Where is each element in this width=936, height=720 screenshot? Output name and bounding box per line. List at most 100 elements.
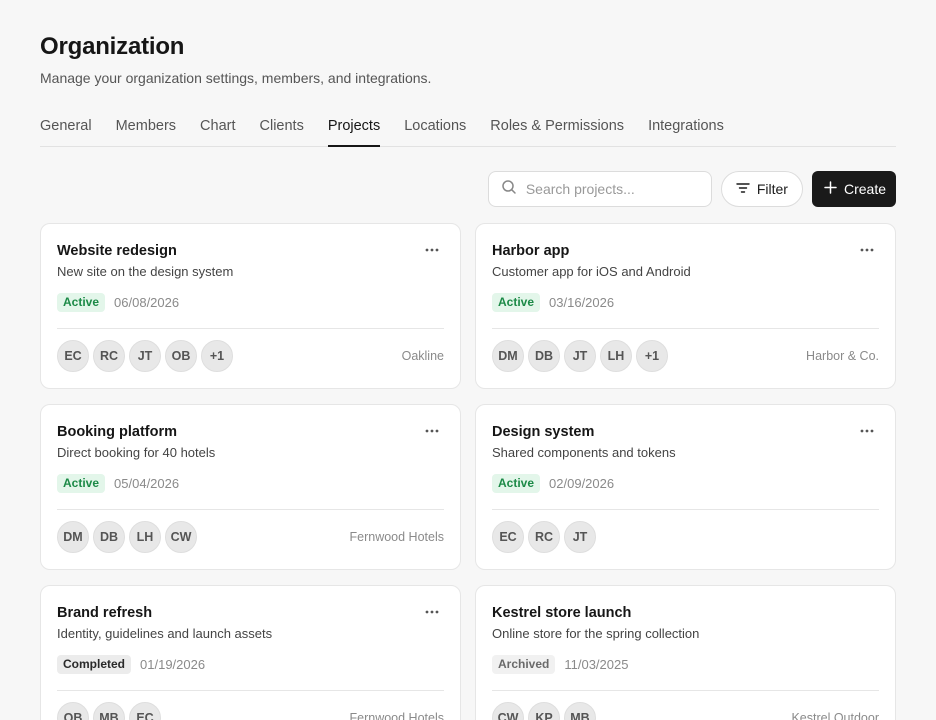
project-name: Website redesign [57, 243, 177, 259]
tab-general[interactable]: General [40, 109, 92, 146]
project-meta: Active 05/04/2026 [57, 473, 444, 493]
status-badge: Active [492, 292, 541, 312]
project-name: Harbor app [492, 243, 570, 259]
project-card[interactable]: Booking platform Direct booking for 40 h… [40, 404, 461, 570]
tab-integrations[interactable]: Integrations [648, 109, 724, 146]
member-avatars: DM DB JT LH +1 [492, 340, 668, 372]
member-avatar: LH [600, 340, 632, 372]
member-avatar: DB [528, 340, 560, 372]
card-footer: EC RC JT [492, 521, 879, 553]
project-card[interactable]: Website redesign New site on the design … [40, 223, 461, 389]
tab-bar: General Members Chart Clients Projects L… [40, 109, 896, 147]
member-avatar: RC [93, 340, 125, 372]
card-divider [492, 509, 879, 510]
tab-chart[interactable]: Chart [200, 109, 235, 146]
filter-label: Filter [756, 181, 788, 197]
client-name: Harbor & Co. [806, 349, 879, 363]
project-date: 03/16/2026 [549, 294, 615, 310]
client-name: Fernwood Hotels [349, 711, 445, 720]
search-input[interactable] [525, 181, 696, 197]
member-avatar: OB [57, 702, 89, 720]
project-grid: Website redesign New site on the design … [40, 223, 896, 720]
client-name: Oakline [401, 349, 444, 363]
member-avatar: JT [564, 340, 596, 372]
member-avatar: +1 [636, 340, 668, 372]
card-footer: OB MB EC Fernwood Hotels [57, 702, 444, 720]
member-avatar: RC [528, 521, 560, 553]
card-footer: CW KP MB Kestrel Outdoor [492, 702, 879, 720]
member-avatar: KP [528, 702, 560, 720]
tab-locations[interactable]: Locations [404, 109, 466, 146]
create-button[interactable]: Create [811, 171, 896, 207]
status-badge: Active [57, 292, 106, 312]
search-box[interactable] [487, 171, 712, 207]
project-meta: Active 06/08/2026 [57, 292, 444, 312]
more-options-icon[interactable] [424, 604, 440, 620]
project-card[interactable]: Brand refresh Identity, guidelines and l… [40, 585, 461, 720]
member-avatar: LH [129, 521, 161, 553]
project-meta: Completed 01/19/2026 [57, 654, 444, 674]
page-subtitle: Manage your organization settings, membe… [40, 70, 432, 86]
status-badge: Completed [57, 654, 132, 674]
tab-members[interactable]: Members [116, 109, 176, 146]
card-divider [57, 509, 444, 510]
member-avatars: EC RC JT [492, 521, 596, 553]
create-label: Create [843, 181, 886, 197]
member-avatar: CW [492, 702, 524, 720]
more-options-icon[interactable] [424, 242, 440, 258]
member-avatars: EC RC JT OB +1 [57, 340, 233, 372]
tab-roles-permissions[interactable]: Roles & Permissions [490, 109, 624, 146]
page-title: Organization [40, 33, 185, 60]
card-divider [492, 690, 879, 691]
project-name: Brand refresh [57, 605, 153, 621]
more-options-icon[interactable] [859, 423, 875, 439]
search-icon [501, 179, 517, 200]
project-card[interactable]: Design system Shared components and toke… [475, 404, 896, 570]
member-avatars: CW KP MB [492, 702, 596, 720]
project-description: New site on the design system [57, 264, 234, 279]
member-avatar: DM [57, 521, 89, 553]
tab-clients[interactable]: Clients [260, 109, 304, 146]
card-footer: EC RC JT OB +1 Oakline [57, 340, 444, 372]
member-avatar: DB [93, 521, 125, 553]
project-date: 01/19/2026 [140, 656, 206, 672]
project-description: Shared components and tokens [492, 445, 676, 460]
filter-button[interactable]: Filter [720, 171, 803, 207]
member-avatar: +1 [201, 340, 233, 372]
member-avatar: EC [492, 521, 524, 553]
card-divider [57, 690, 444, 691]
status-badge: Archived [492, 654, 556, 674]
filter-icon [736, 181, 750, 198]
project-description: Identity, guidelines and launch assets [57, 626, 273, 641]
member-avatar: DM [492, 340, 524, 372]
client-name: Kestrel Outdoor [791, 711, 879, 720]
member-avatar: EC [129, 702, 161, 720]
project-description: Customer app for iOS and Android [492, 264, 691, 279]
project-card[interactable]: Harbor app Customer app for iOS and Andr… [475, 223, 896, 389]
project-description: Direct booking for 40 hotels [57, 445, 216, 460]
project-date: 05/04/2026 [114, 475, 180, 491]
project-name: Design system [492, 424, 595, 440]
more-options-icon[interactable] [424, 423, 440, 439]
organization-page: Organization Manage your organization se… [0, 0, 936, 720]
status-badge: Active [492, 473, 541, 493]
project-date: 11/03/2025 [564, 656, 629, 672]
client-name: Fernwood Hotels [349, 530, 445, 544]
member-avatar: JT [564, 521, 596, 553]
member-avatar: MB [93, 702, 125, 720]
member-avatars: OB MB EC [57, 702, 161, 720]
project-name: Booking platform [57, 424, 178, 440]
projects-toolbar: Filter Create [40, 171, 896, 207]
card-divider [492, 328, 879, 329]
tab-projects[interactable]: Projects [327, 109, 381, 147]
project-card[interactable]: Kestrel store launch Online store for th… [475, 585, 896, 720]
member-avatars: DM DB LH CW [57, 521, 197, 553]
project-name: Kestrel store launch [492, 605, 632, 621]
plus-icon [824, 181, 837, 197]
project-meta: Archived 11/03/2025 [492, 654, 879, 674]
more-options-icon[interactable] [859, 242, 875, 258]
member-avatar: EC [57, 340, 89, 372]
member-avatar: MB [564, 702, 596, 720]
project-meta: Active 03/16/2026 [492, 292, 879, 312]
project-date: 06/08/2026 [114, 294, 180, 310]
